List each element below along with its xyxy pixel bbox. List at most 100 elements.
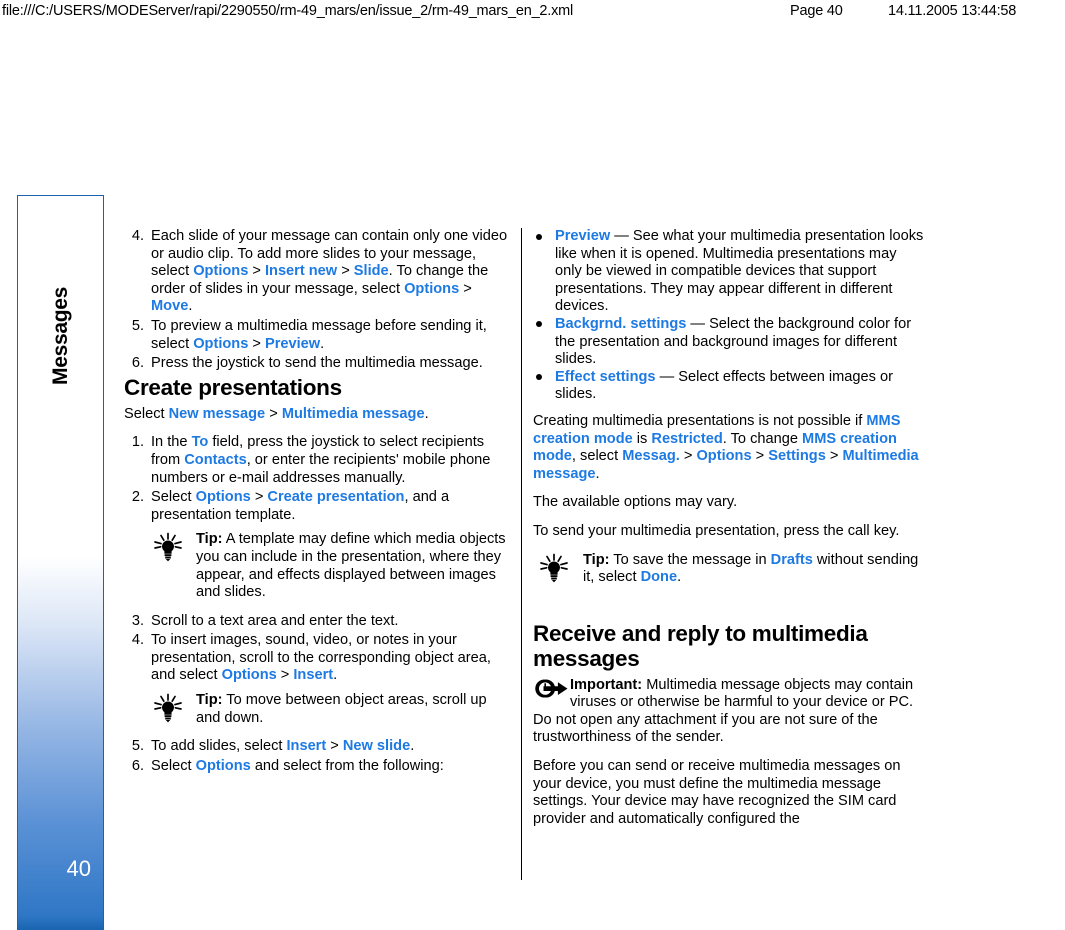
lightbulb-icon: [150, 693, 186, 723]
chapter-side-tab: Messages 40: [17, 195, 104, 930]
inline-text: , select: [571, 448, 623, 465]
step-number: 6.: [131, 355, 144, 372]
continued-step-list: 4. Each slide of your message can contain…: [124, 228, 509, 373]
numbered-step: 5. To add slides, select Insert > New sli…: [124, 738, 509, 756]
numbered-step: 4. To insert images, sound, video, or not…: [124, 632, 509, 685]
tip-text: To move between object areas, scroll up …: [196, 692, 487, 726]
tip-move-between-areas: Tip: To move between object areas, scrol…: [124, 692, 509, 727]
tip-label: Tip:: [196, 531, 223, 548]
bullet-item: Backgrnd. settings — Select the backgrou…: [533, 316, 925, 369]
step-number: 5.: [131, 317, 144, 334]
step-text: Select Options and select from the follo…: [151, 758, 444, 774]
inline-separator: >: [265, 405, 282, 422]
inline-ui-term: Effect settings: [555, 368, 656, 385]
tip-text: To save the message in Drafts without se…: [583, 552, 918, 586]
inline-separator: >: [825, 448, 843, 465]
bullet-text: Preview — See what your multimedia prese…: [555, 228, 923, 314]
inline-ui-term: Options: [221, 667, 277, 684]
inline-ui-term: Move: [151, 298, 189, 315]
numbered-step: 6. Select Options and select from the fol…: [124, 758, 509, 776]
inline-text: .: [677, 569, 682, 586]
inline-text: Select: [151, 489, 196, 506]
create-presentation-step-list-c: 5. To add slides, select Insert > New sli…: [124, 738, 509, 775]
inline-text: .: [320, 335, 325, 352]
inline-text: Press the joystick to send the multimedi…: [151, 355, 483, 372]
numbered-step: 1. In the To field, press the joystick to…: [124, 434, 509, 487]
inline-ui-term: Drafts: [770, 551, 813, 568]
inline-separator: >: [248, 263, 265, 280]
inline-ui-term: Backgrnd. settings: [555, 315, 687, 332]
lightbulb-icon: [536, 553, 572, 583]
inline-text: Select: [151, 757, 196, 774]
section-heading-receive-and-reply: Receive and reply to multimedia messages: [533, 620, 868, 671]
step-text: In the To field, press the joystick to s…: [151, 434, 490, 485]
inline-separator: >: [679, 448, 697, 465]
step-number: 1.: [131, 434, 144, 451]
bullet-dot-icon: [536, 321, 542, 328]
inline-ui-term: Restricted: [651, 430, 723, 447]
important-arrow-icon: [533, 678, 569, 699]
chapter-title: Messages: [48, 287, 72, 385]
important-notice: Important: Multimedia message objects ma…: [533, 677, 925, 747]
numbered-step: 6. Press the joystick to send the multime…: [124, 355, 509, 373]
inline-text: To add slides, select: [151, 738, 287, 755]
inline-ui-term: Options: [195, 489, 251, 506]
step-number: 4.: [131, 228, 144, 244]
step-text: Select Options > Create presentation, an…: [151, 489, 449, 523]
step-number: 3.: [131, 612, 144, 629]
inline-text: In the: [151, 434, 192, 451]
left-text-column: 4. Each slide of your message can contain…: [124, 228, 509, 777]
inline-ui-term: Slide: [353, 263, 389, 280]
inline-ui-term: Options: [195, 757, 251, 774]
inline-text: Creating multimedia presentations is not…: [533, 412, 867, 429]
inline-text: .: [595, 465, 600, 482]
inline-text: .: [410, 738, 415, 755]
inline-text: is: [632, 430, 652, 447]
inline-ui-term: New slide: [342, 738, 411, 755]
inline-text: — See what your multimedia presentation …: [555, 228, 924, 315]
inline-text: .: [424, 405, 429, 422]
inline-text: Select: [124, 405, 169, 422]
inline-separator: >: [459, 280, 472, 297]
inline-text: Scroll to a text area and enter the text…: [151, 612, 399, 629]
create-presentation-step-list-a: 1. In the To field, press the joystick to…: [124, 434, 509, 524]
paragraph-send-presentation: To send your multimedia presentation, pr…: [533, 522, 900, 539]
inline-ui-term: Options: [696, 448, 752, 465]
step-text: To insert images, sound, video, or notes…: [151, 632, 491, 683]
numbered-step: 4. Each slide of your message can contain…: [124, 228, 509, 316]
inline-separator: >: [250, 489, 268, 506]
column-divider: [521, 228, 522, 880]
paragraph-options-vary: The available options may vary.: [533, 494, 738, 511]
inline-ui-term: To: [191, 434, 209, 451]
print-header: file:///C:/USERS/MODEServer/rapi/2290550…: [0, 0, 1065, 24]
step-text: To add slides, select Insert > New slide…: [151, 738, 414, 754]
step-text: Scroll to a text area and enter the text…: [151, 613, 398, 629]
important-label: Important:: [570, 676, 643, 693]
print-header-file-path: file:///C:/USERS/MODEServer/rapi/2290550…: [2, 3, 574, 19]
inline-ui-term: Options: [193, 335, 249, 352]
inline-text: .: [333, 667, 338, 684]
numbered-step: 2. Select Options > Create presentation, …: [124, 489, 509, 524]
bullet-dot-icon: [536, 374, 542, 381]
step-text: Press the joystick to send the multimedi…: [151, 355, 483, 371]
right-text-column: Preview — See what your multimedia prese…: [533, 228, 925, 839]
inline-ui-term: Preview: [264, 335, 321, 352]
inline-ui-term: Contacts: [184, 451, 247, 468]
bullet-text: Effect settings — Select effects between…: [555, 369, 893, 403]
inline-ui-term: Insert: [293, 667, 334, 684]
print-header-page-label: Page 40: [790, 3, 843, 19]
inline-ui-term: New message: [168, 405, 266, 422]
create-presentation-step-list-b: 3. Scroll to a text area and enter the te…: [124, 613, 509, 685]
bullet-text: Backgrnd. settings — Select the backgrou…: [555, 316, 911, 367]
inline-ui-term: Multimedia message: [281, 405, 425, 422]
paragraph-before-send-receive: Before you can send or receive multimedi…: [533, 758, 901, 827]
inline-separator: >: [248, 335, 265, 352]
step-text: Each slide of your message can contain o…: [151, 228, 507, 314]
step-number: 4.: [131, 632, 144, 649]
tip-label: Tip:: [196, 692, 223, 709]
inline-ui-term: Options: [193, 263, 249, 280]
step-number: 5.: [131, 738, 144, 755]
step-text: To preview a multimedia message before s…: [151, 318, 487, 352]
inline-text: and select from the following:: [250, 757, 444, 774]
inline-ui-term: Preview: [555, 228, 611, 244]
